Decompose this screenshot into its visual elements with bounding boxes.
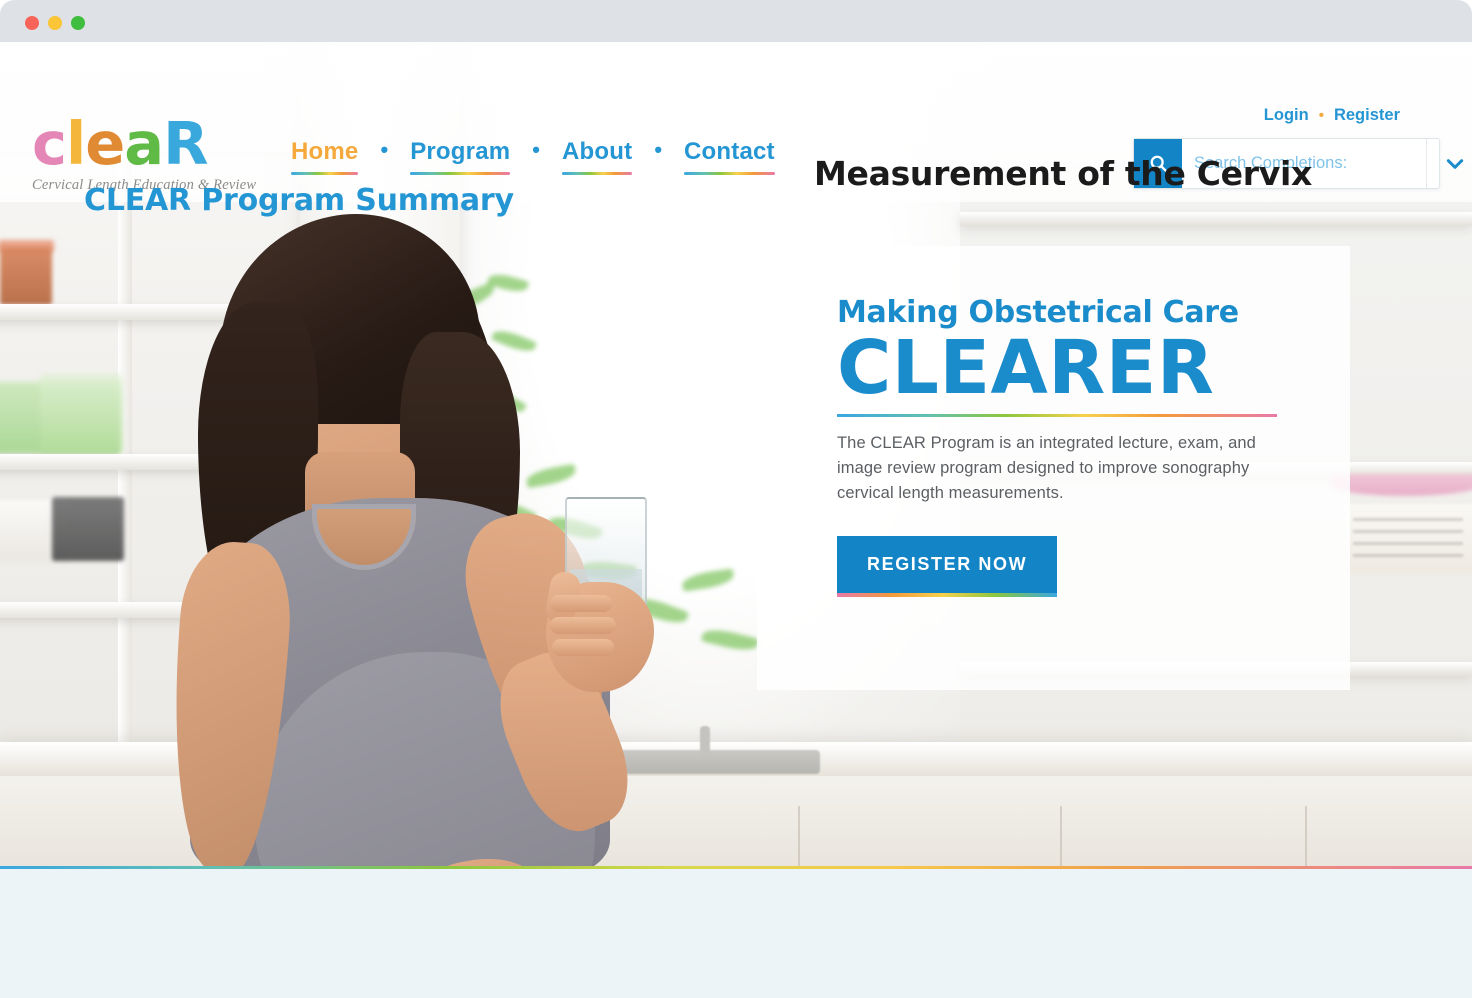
measurement-heading: Measurement of the Cervix [814, 154, 1312, 193]
finger [552, 639, 614, 656]
logo-letter-0: c [32, 109, 67, 178]
hero-rule [837, 414, 1277, 417]
nav-separator: • [654, 137, 663, 162]
terracotta-jar [0, 247, 52, 305]
finger [550, 617, 616, 634]
window-maximize-button[interactable] [71, 16, 85, 30]
page-viewport: cleaR Cervical Length Education & Review… [0, 42, 1472, 998]
search-dropdown-toggle[interactable] [1426, 139, 1472, 188]
cabinet-seam [798, 806, 800, 868]
main-navigation: Home • Program • About • Contact [291, 137, 775, 175]
hero-description: The CLEAR Program is an integrated lectu… [837, 434, 1256, 503]
register-link[interactable]: Register [1334, 106, 1400, 125]
login-link[interactable]: Login [1264, 106, 1309, 125]
logo-letter-4: R [163, 109, 208, 178]
register-now-button[interactable]: REGISTER NOW [837, 536, 1058, 598]
program-summary-heading: CLEAR Program Summary [84, 183, 514, 218]
account-links: Login • Register [1264, 106, 1400, 125]
nav-item-home[interactable]: Home [291, 138, 359, 175]
nav-separator: • [380, 137, 389, 162]
right-shelf-board [960, 212, 1472, 226]
hero-panel: Making Obstetrical Care CLEARER The CLEA… [757, 246, 1350, 690]
logo-letter-1: l [65, 109, 86, 178]
chevron-down-icon [1446, 158, 1464, 169]
cabinet-seam [1305, 806, 1307, 868]
account-separator: • [1318, 107, 1324, 124]
site-logo[interactable]: cleaR Cervical Length Education & Review [32, 114, 262, 194]
nav-item-about[interactable]: About [562, 138, 633, 175]
pregnant-woman-subject [150, 212, 710, 868]
window-close-button[interactable] [25, 16, 39, 30]
logo-letter-3: a [124, 109, 164, 178]
browser-window: cleaR Cervical Length Education & Review… [0, 0, 1472, 998]
lower-section [0, 869, 1472, 998]
hero-panel-content: Making Obstetrical Care CLEARER The CLEA… [837, 296, 1310, 598]
dark-pot [52, 497, 124, 561]
nav-item-program[interactable]: Program [410, 138, 511, 175]
hero-headline: CLEARER [837, 325, 1215, 411]
pink-bowl [1330, 474, 1472, 496]
logo-letter-2: e [85, 109, 125, 178]
green-cup [40, 374, 122, 454]
open-book [1345, 504, 1472, 574]
window-title-bar [0, 0, 1472, 42]
cabinet-seam [1060, 806, 1062, 868]
finger [550, 595, 612, 612]
nav-separator: • [532, 137, 540, 162]
logo-wordmark: cleaR [32, 114, 262, 173]
nav-item-contact[interactable]: Contact [684, 138, 775, 175]
window-minimize-button[interactable] [48, 16, 62, 30]
